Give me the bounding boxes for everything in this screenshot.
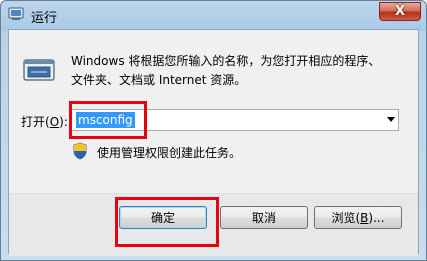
run-app-icon xyxy=(8,7,24,20)
open-accel-key: O xyxy=(49,115,60,129)
cancel-button-label: 取消 xyxy=(251,211,276,225)
window-title: 运行 xyxy=(31,11,58,26)
admin-notice: 使用管理权限创建此任务。 xyxy=(97,146,242,160)
browse-button[interactable]: 浏览(B)... xyxy=(314,206,402,229)
close-icon: X xyxy=(394,4,406,19)
description-line-1: Windows 将根据您所输入的名称，为您打开相应的程序、 xyxy=(71,54,381,68)
run-dialog-window: 运行 X Windows 将根据您所输入的名称，为您打开相应的程序、 文件夹、文… xyxy=(0,0,427,261)
title-bar[interactable]: 运行 X xyxy=(1,1,426,29)
ok-highlight-box xyxy=(115,197,219,247)
browse-button-label: 浏览(B)... xyxy=(331,211,385,225)
close-button[interactable]: X xyxy=(379,2,421,21)
description-line-2: 文件夹、文档或 Internet 资源。 xyxy=(71,73,247,87)
input-highlight-box xyxy=(69,101,147,139)
dialog-body: Windows 将根据您所输入的名称，为您打开相应的程序、 文件夹、文档或 In… xyxy=(8,29,419,256)
run-description: Windows 将根据您所输入的名称，为您打开相应的程序、 文件夹、文档或 In… xyxy=(71,52,411,90)
cancel-button[interactable]: 取消 xyxy=(220,206,308,229)
open-label: 打开(O): xyxy=(21,115,68,129)
uac-shield-icon xyxy=(73,142,87,160)
run-program-icon xyxy=(23,59,55,81)
dropdown-arrow-icon[interactable] xyxy=(387,117,395,122)
